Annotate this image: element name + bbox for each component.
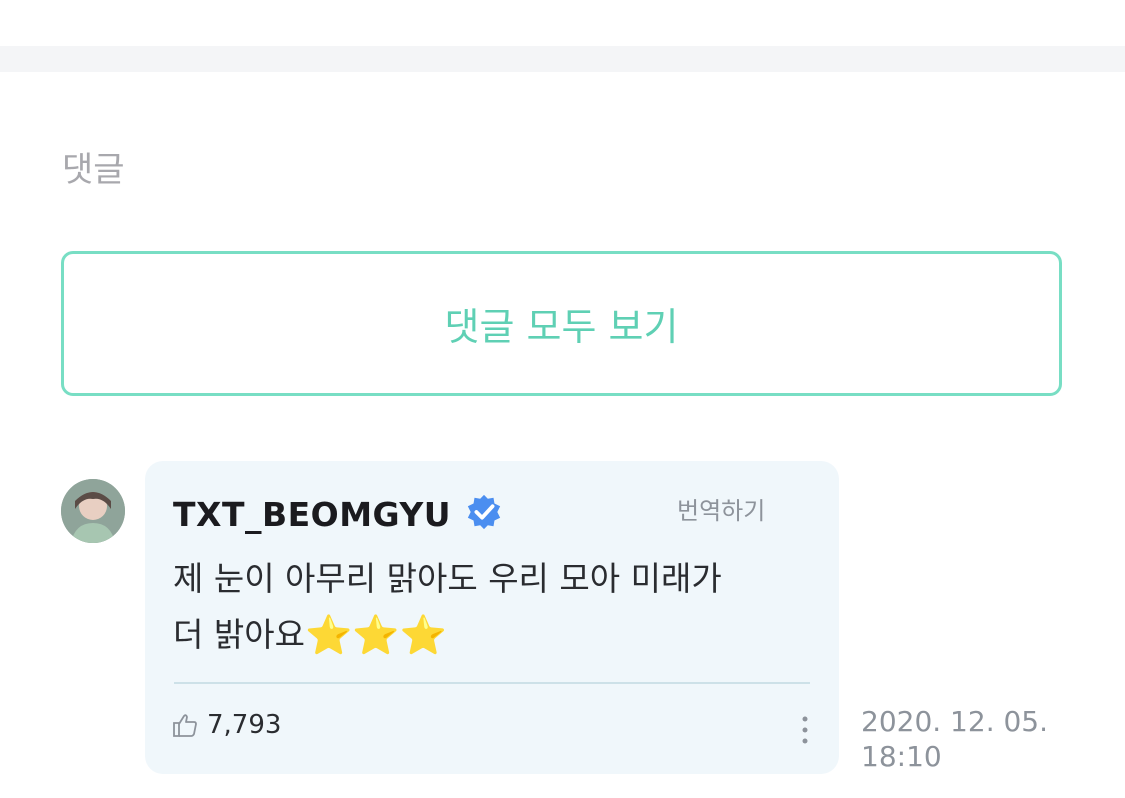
comments-section-title: 댓글 <box>62 150 125 190</box>
view-all-comments-button[interactable]: 댓글 모두 보기 <box>61 251 1062 396</box>
comment-username[interactable]: TXT_BEOMGYU <box>173 495 451 534</box>
comment-timestamp: 2020. 12. 05. 18:10 <box>861 704 1048 774</box>
verified-badge-icon <box>467 494 501 530</box>
comment-divider <box>174 682 810 684</box>
comment-text-line-2-text: 더 밝아요 <box>173 615 305 654</box>
comment-text-line-2: 더 밝아요⭐⭐⭐ <box>173 607 813 663</box>
section-divider <box>0 46 1125 72</box>
thumbs-up-icon[interactable] <box>171 711 199 739</box>
view-all-comments-label: 댓글 모두 보기 <box>444 305 679 349</box>
avatar-image <box>61 479 125 543</box>
comment-time: 18:10 <box>861 740 942 773</box>
star-emoji: ⭐⭐⭐ <box>304 613 447 657</box>
comment-text: 제 눈이 아무리 맑아도 우리 모아 미래가 더 밝아요⭐⭐⭐ <box>173 551 813 663</box>
translate-button[interactable]: 번역하기 <box>677 491 765 526</box>
more-vertical-icon[interactable] <box>801 715 809 745</box>
avatar[interactable] <box>61 479 125 543</box>
comment-bubble: TXT_BEOMGYU 번역하기 제 눈이 아무리 맑아도 우리 모아 미래가 … <box>145 461 839 774</box>
header-area <box>0 0 1125 46</box>
comment-date: 2020. 12. 05. <box>861 705 1049 738</box>
comment-text-line-1: 제 눈이 아무리 맑아도 우리 모아 미래가 <box>173 559 722 598</box>
like-count: 7,793 <box>207 710 282 740</box>
